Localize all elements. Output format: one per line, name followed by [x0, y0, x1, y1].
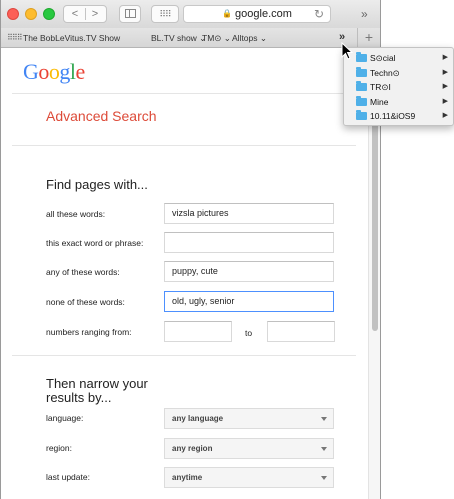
bookmark-tmo[interactable]: TM⊙ ⌄ [202, 33, 231, 44]
close-window-button[interactable] [7, 8, 19, 20]
apps-icon[interactable]: ⠿⠿⠿ [7, 33, 23, 42]
any-words-input[interactable]: puppy, cute [164, 261, 334, 282]
menu-item-label: TR⊙I [370, 82, 391, 93]
menu-item-mine[interactable]: Mine ▶ [344, 95, 453, 110]
menu-item-social[interactable]: S⊙cial ▶ [344, 51, 453, 66]
folder-icon [356, 81, 367, 92]
minimize-window-button[interactable] [25, 8, 37, 20]
top-sites-button[interactable]: ⠿⠿ [151, 5, 179, 23]
range-to-label: to [245, 328, 253, 338]
page-content: Google Advanced Search Find pages with..… [1, 49, 368, 499]
submenu-arrow-icon: ▶ [442, 83, 448, 91]
nav-buttons: < > [63, 5, 107, 23]
forward-button[interactable]: > [85, 6, 105, 22]
folder-icon [356, 52, 367, 62]
bookmark-bltv-show[interactable]: BL.TV show ⌄ [151, 33, 206, 44]
none-words-input[interactable]: old, ugly, senior [164, 291, 334, 312]
folder-icon [356, 66, 367, 77]
browser-window: < > ⠿⠿ 🔒 google.com ↻ » ⠿⠿⠿ The BobLeVitus… [0, 0, 381, 499]
submenu-arrow-icon: ▶ [442, 97, 448, 105]
chevron-down-icon [321, 476, 327, 480]
reload-icon[interactable]: ↻ [314, 6, 324, 22]
add-bookmark-button[interactable]: + [357, 28, 380, 47]
chevron-down-icon [321, 417, 327, 421]
menu-item-troi[interactable]: TR⊙I ▶ [344, 80, 453, 95]
chevron-down-icon [321, 447, 327, 451]
divider [12, 93, 356, 94]
last-update-select-value: anytime [172, 473, 203, 482]
scrollbar-thumb[interactable] [372, 121, 378, 331]
address-text: google.com [235, 8, 292, 20]
menu-item-1011-ios9[interactable]: 10.11&iOS9 ▶ [344, 109, 453, 124]
region-select[interactable]: any region [164, 438, 334, 459]
page-title: Advanced Search [46, 108, 157, 124]
toolbar-overflow-button[interactable]: » [361, 7, 368, 21]
region-select-value: any region [172, 444, 213, 453]
menu-item-techno[interactable]: Techn⊙ ▶ [344, 66, 453, 81]
mouse-cursor-icon [341, 42, 354, 60]
last-update-select[interactable]: anytime [164, 467, 334, 488]
bookmark-bobtv[interactable]: The BobLeVitus.TV Show [23, 33, 120, 43]
exact-phrase-input[interactable] [164, 232, 334, 253]
submenu-arrow-icon: ▶ [442, 54, 448, 61]
back-button[interactable]: < [65, 6, 85, 22]
submenu-arrow-icon: ▶ [442, 68, 448, 76]
google-logo[interactable]: Google [23, 59, 85, 85]
range-to-input[interactable] [267, 321, 335, 342]
folder-icon [356, 110, 367, 121]
range-from-input[interactable] [164, 321, 232, 342]
bookmarks-bar: ⠿⠿⠿ The BobLeVitus.TV Show BL.TV show ⌄ … [1, 28, 380, 48]
language-select-value: any language [172, 414, 224, 423]
bookmarks-overflow-menu: S⊙cial ▶ Techn⊙ ▶ TR⊙I ▶ Mine ▶ 10.11&iOS9 ▶ [343, 47, 454, 126]
menu-item-label: Mine [370, 96, 389, 107]
language-select[interactable]: any language [164, 408, 334, 429]
lock-icon: 🔒 [222, 9, 233, 18]
all-words-input[interactable]: vizsla pictures [164, 203, 334, 224]
sidebar-toggle-button[interactable] [119, 5, 141, 23]
narrow-heading-line-1: Then narrow your [46, 376, 148, 391]
menu-item-label: S⊙cial [370, 53, 396, 63]
last-update-label: last update: [46, 472, 90, 482]
region-label: region: [46, 443, 72, 453]
divider [12, 145, 356, 146]
divider [12, 355, 356, 356]
folder-icon [356, 95, 367, 106]
zoom-window-button[interactable] [43, 8, 55, 20]
submenu-arrow-icon: ▶ [442, 112, 448, 120]
browser-toolbar: < > ⠿⠿ 🔒 google.com ↻ » [1, 0, 380, 28]
any-words-label: any of these words: [46, 267, 120, 277]
language-label: language: [46, 413, 84, 423]
menu-item-label: 10.11&iOS9 [370, 111, 416, 122]
number-range-label: numbers ranging from: [46, 327, 132, 337]
sidebar-icon [124, 9, 136, 18]
bookmark-alltops[interactable]: Alltops ⌄ [232, 33, 267, 44]
address-bar[interactable]: 🔒 google.com ↻ [183, 5, 331, 23]
narrow-heading-line-2: results by... [46, 390, 112, 405]
exact-phrase-label: this exact word or phrase: [46, 238, 144, 248]
find-pages-heading: Find pages with... [46, 177, 148, 192]
all-words-label: all these words: [46, 209, 106, 219]
menu-item-label: Techn⊙ [370, 67, 400, 78]
none-words-label: none of these words: [46, 297, 125, 307]
